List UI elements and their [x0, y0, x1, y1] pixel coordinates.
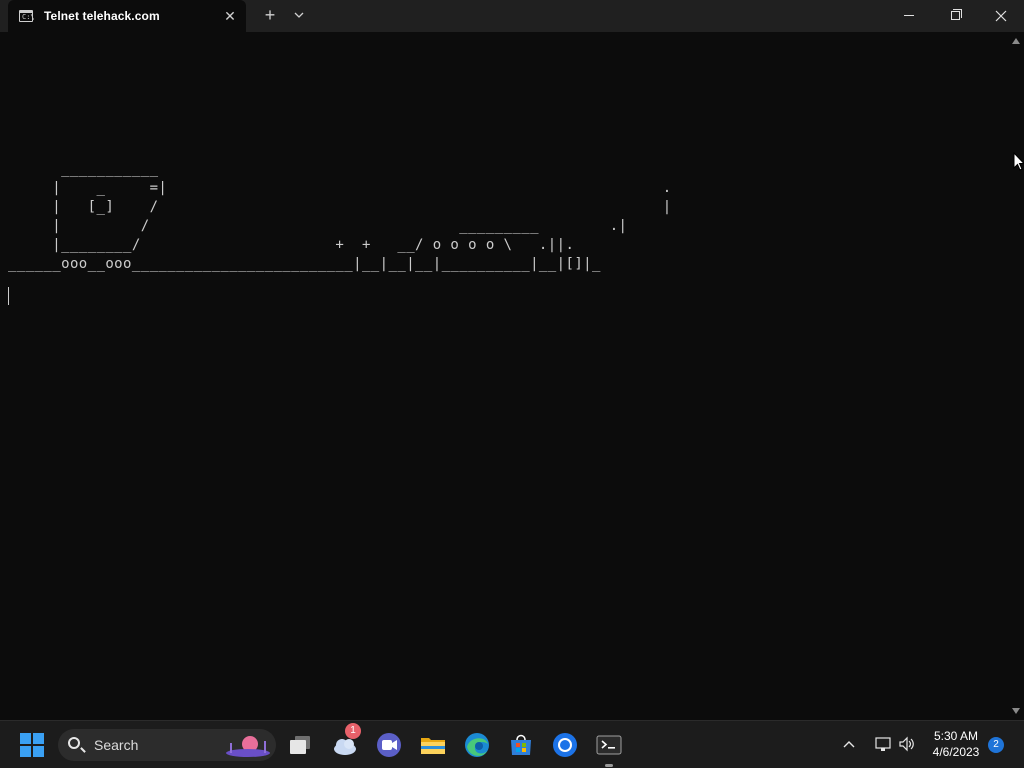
- taskbar: Search 1 5:30 AM 4/6/2023 2: [0, 720, 1024, 768]
- edge-button[interactable]: [461, 729, 493, 761]
- chrome-button[interactable]: [549, 729, 581, 761]
- close-tab-button[interactable]: ✕: [220, 6, 240, 26]
- title-bar: C:\ Telnet telehack.com ✕ +: [0, 0, 1024, 32]
- search-highlight-icon: [226, 736, 270, 757]
- volume-button[interactable]: [898, 735, 916, 753]
- clock-date: 4/6/2023: [932, 745, 980, 759]
- ascii-art-train: ___________ | _ =| . | [_] / | | / _____…: [8, 161, 672, 272]
- weather-widget-button[interactable]: 1: [329, 723, 361, 761]
- terminal-taskbar-button[interactable]: [593, 729, 625, 767]
- chevron-down-icon: [294, 12, 304, 18]
- edge-icon: [465, 733, 489, 757]
- mouse-pointer-icon: [1013, 152, 1024, 171]
- new-tab-button[interactable]: +: [259, 5, 281, 27]
- tab-telnet[interactable]: C:\ Telnet telehack.com ✕: [8, 0, 246, 32]
- close-window-button[interactable]: [978, 0, 1024, 32]
- file-explorer-icon: [421, 738, 445, 754]
- volume-icon: [899, 736, 914, 752]
- clock-time: 5:30 AM: [933, 729, 979, 743]
- chevron-up-icon: [843, 741, 855, 748]
- restore-button[interactable]: [932, 0, 978, 32]
- file-explorer-button[interactable]: [417, 729, 449, 761]
- minimize-icon: [904, 15, 914, 16]
- terminal-icon: C:\: [19, 10, 35, 22]
- store-button[interactable]: [505, 729, 537, 761]
- show-hidden-icons-button[interactable]: [843, 737, 855, 751]
- terminal-pane[interactable]: ___________ | _ =| . | [_] / | | / _____…: [0, 32, 1008, 720]
- search-icon: [68, 737, 80, 749]
- vertical-scrollbar[interactable]: [1008, 32, 1024, 720]
- minimize-button[interactable]: [886, 0, 932, 32]
- task-view-icon: [290, 736, 310, 754]
- teams-icon: [377, 733, 401, 757]
- network-button[interactable]: [874, 735, 892, 753]
- start-button[interactable]: [16, 729, 48, 761]
- scroll-up-arrow-icon[interactable]: [1012, 38, 1020, 44]
- tab-dropdown-button[interactable]: [289, 5, 309, 27]
- notification-badge[interactable]: 2: [988, 737, 1004, 753]
- active-indicator: [605, 764, 613, 767]
- close-icon: [995, 10, 1007, 22]
- weather-badge: 1: [345, 723, 361, 739]
- chrome-icon: [553, 733, 577, 757]
- tab-title: Telnet telehack.com: [44, 9, 160, 23]
- text-cursor: [8, 287, 9, 305]
- terminal-icon: [596, 735, 622, 755]
- taskbar-clock[interactable]: 5:30 AM 4/6/2023: [928, 728, 984, 760]
- search-label: Search: [94, 737, 139, 753]
- taskbar-search[interactable]: Search: [58, 729, 276, 761]
- task-view-button[interactable]: [285, 729, 317, 761]
- scroll-down-arrow-icon[interactable]: [1012, 708, 1020, 714]
- store-icon: [511, 734, 531, 755]
- network-icon: [875, 737, 891, 751]
- teams-button[interactable]: [373, 729, 405, 761]
